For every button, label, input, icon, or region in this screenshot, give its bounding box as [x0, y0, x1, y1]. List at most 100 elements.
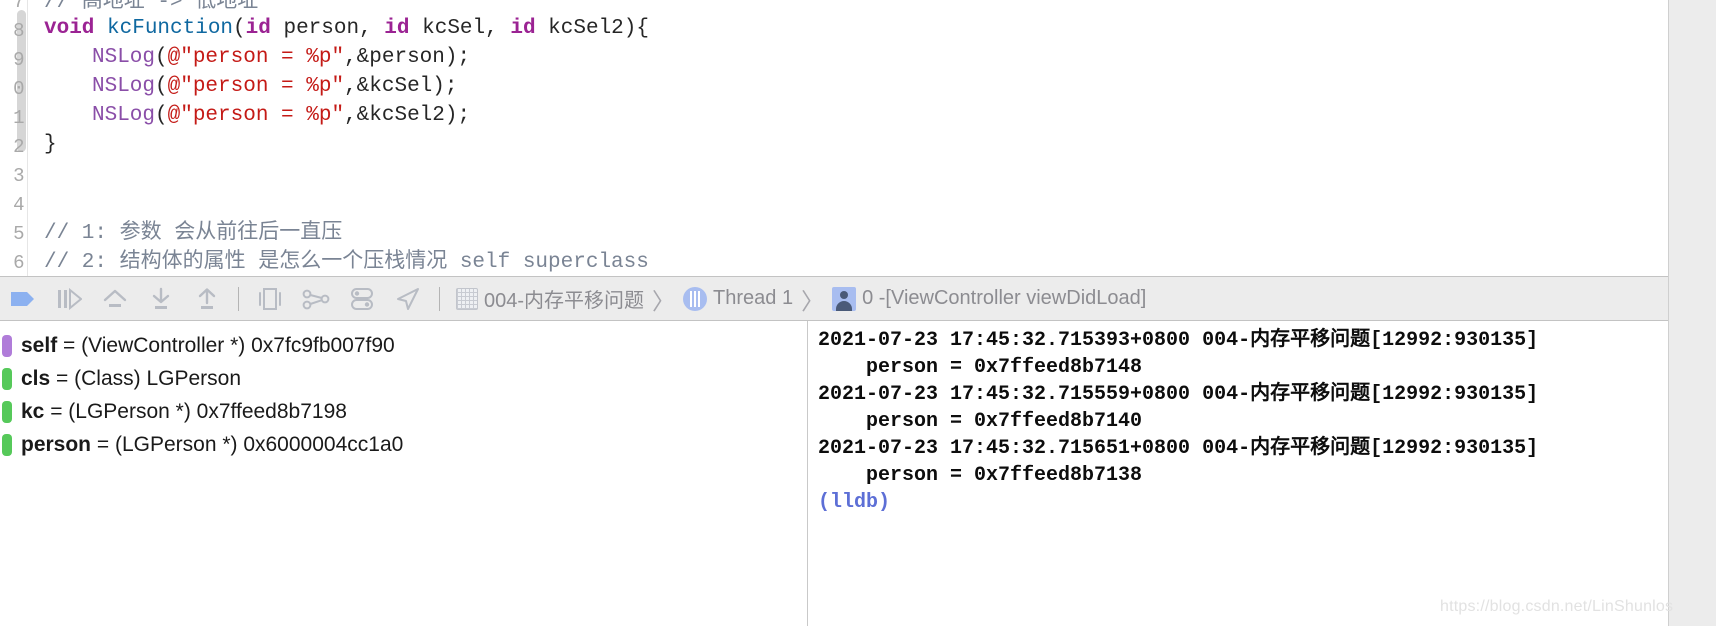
line-number-gutter[interactable]: 7 8 9 0 1 2 3 4 5 6: [0, 0, 27, 276]
line-number: 6: [13, 252, 24, 274]
variable-value: = (LGPerson *) 0x7ffeed8b7198: [44, 399, 347, 423]
code-line[interactable]: void kcFunction(id person, id kcSel, id …: [44, 14, 649, 43]
code-token: NSLog: [92, 46, 156, 69]
console-output[interactable]: 2021-07-23 17:45:32.715393+0800 004-内存平移…: [808, 321, 1668, 626]
code-token: person,: [270, 17, 385, 40]
breadcrumb-separator-1: 〉: [652, 287, 676, 314]
code-token: id: [384, 17, 410, 40]
variable-text: cls = (Class) LGPerson: [21, 367, 241, 391]
view-hierarchy-icon: [259, 287, 281, 310]
step-up-button[interactable]: [184, 277, 230, 320]
code-token: id: [510, 17, 536, 40]
line-number: 7: [13, 0, 24, 13]
code-token: @"person = %p": [167, 75, 345, 98]
debug-memory-graph-button[interactable]: [293, 277, 339, 320]
continue-icon: [11, 291, 34, 306]
project-icon: [456, 287, 478, 310]
line-number: 1: [13, 107, 24, 129]
simulate-location-button[interactable]: [385, 277, 431, 320]
step-into-button[interactable]: [92, 277, 138, 320]
continue-button[interactable]: [0, 277, 46, 320]
line-number: 3: [13, 165, 24, 187]
code-token: (: [155, 104, 168, 127]
code-token: kcSel2){: [535, 17, 649, 40]
code-text-area[interactable]: // 高地址 -> 低地址 void kcFunction(id person, …: [30, 0, 1668, 276]
line-number: 5: [13, 223, 24, 245]
line-number: 4: [13, 194, 24, 216]
variable-row[interactable]: kc = (LGPerson *) 0x7ffeed8b7198: [0, 395, 347, 428]
debug-area-right-margin: [1668, 321, 1716, 626]
code-line[interactable]: NSLog(@"person = %p",&kcSel2);: [92, 101, 470, 130]
view-debug-hierarchy-button[interactable]: [247, 277, 293, 320]
code-token: // 1: 参数 会从前往后一直压: [44, 222, 343, 245]
line-number: 8: [13, 20, 24, 42]
code-editor[interactable]: 7 8 9 0 1 2 3 4 5 6 // 高地址 -> 低地址 void kcFunction(…: [0, 0, 1668, 276]
code-token: kcSel,: [409, 17, 511, 40]
code-line[interactable]: }: [44, 130, 57, 159]
step-over-button[interactable]: [46, 277, 92, 320]
environment-overrides-icon: [351, 287, 373, 310]
thread-icon: [683, 286, 708, 311]
breadcrumb-frame[interactable]: 0 -[ViewController viewDidLoad]: [862, 287, 1146, 310]
line-number: 9: [13, 49, 24, 71]
variable-row[interactable]: self = (ViewController *) 0x7fc9fb007f90: [0, 329, 395, 362]
editor-right-margin: [1668, 0, 1716, 276]
memory-graph-icon: [302, 289, 330, 309]
watermark: https://blog.csdn.net/LinShunlos: [1440, 598, 1674, 615]
debug-area: self = (ViewController *) 0x7fc9fb007f90…: [0, 321, 1668, 626]
debug-toolbar[interactable]: 004-内存平移问题 〉 Thread 1 〉 0 -[ViewControll…: [0, 276, 1668, 321]
code-token: ,&person);: [344, 46, 471, 69]
code-token: id: [245, 17, 271, 40]
breadcrumb-divider: [439, 286, 440, 311]
code-token: void: [44, 17, 108, 40]
code-line[interactable]: NSLog(@"person = %p",&kcSel);: [92, 72, 457, 101]
xcode-debug-window: 7 8 9 0 1 2 3 4 5 6 // 高地址 -> 低地址 void kcFunction(…: [0, 0, 1716, 626]
step-over-icon: [58, 287, 82, 310]
variable-row[interactable]: person = (LGPerson *) 0x6000004cc1a0: [0, 428, 403, 461]
step-into-icon: [103, 289, 127, 307]
variable-value: = (LGPerson *) 0x6000004cc1a0: [91, 432, 404, 456]
code-token: }: [44, 133, 57, 156]
variable-scope-chip: [2, 334, 12, 357]
variable-text: self = (ViewController *) 0x7fc9fb007f90: [21, 334, 395, 358]
variable-value: = (Class) LGPerson: [50, 366, 242, 390]
gutter-divider: [27, 0, 28, 276]
variable-text: kc = (LGPerson *) 0x7ffeed8b7198: [21, 400, 347, 424]
step-out-button[interactable]: [138, 277, 184, 320]
code-line[interactable]: // 1: 参数 会从前往后一直压: [44, 219, 342, 248]
line-number: 0: [13, 78, 24, 100]
variable-name: kc: [21, 399, 45, 423]
code-token: (: [155, 46, 168, 69]
variable-scope-chip: [2, 400, 12, 423]
code-token: (: [155, 75, 168, 98]
toolbar-divider: [238, 286, 239, 311]
code-token: // 高地址 -> 低地址: [44, 0, 259, 14]
console-line: person = 0x7ffeed8b7140: [818, 410, 1143, 433]
breadcrumb-thread[interactable]: Thread 1: [713, 287, 793, 310]
code-token: @"person = %p": [167, 46, 345, 69]
code-token: NSLog: [92, 104, 156, 127]
variable-row[interactable]: cls = (Class) LGPerson: [0, 362, 241, 395]
variables-view[interactable]: self = (ViewController *) 0x7fc9fb007f90…: [0, 321, 807, 626]
line-number: 2: [13, 136, 24, 158]
location-arrow-icon: [397, 287, 419, 310]
variable-scope-chip: [2, 367, 12, 390]
environment-overrides-button[interactable]: [339, 277, 385, 320]
code-line[interactable]: // 2: 结构体的属性 是怎么一个压栈情况 self superclass: [44, 248, 649, 276]
debug-toolbar-right-margin: [1668, 276, 1716, 321]
variable-name: person: [21, 432, 92, 456]
breadcrumb: 004-内存平移问题 〉 Thread 1 〉 0 -[ViewControll…: [456, 282, 1146, 316]
stack-frame-icon: [832, 286, 857, 311]
variable-name: cls: [21, 366, 51, 390]
code-token: @"person = %p": [167, 104, 345, 127]
code-token: ,&kcSel);: [344, 75, 458, 98]
console-line: person = 0x7ffeed8b7148: [818, 356, 1143, 379]
console-line: 2021-07-23 17:45:32.715651+0800 004-内存平移…: [818, 437, 1539, 460]
code-line[interactable]: NSLog(@"person = %p",&person);: [92, 43, 470, 72]
code-token: // 2: 结构体的属性 是怎么一个压栈情况 self superclass: [44, 251, 649, 274]
variable-value: = (ViewController *) 0x7fc9fb007f90: [57, 333, 395, 357]
breadcrumb-separator-2: 〉: [801, 287, 825, 314]
console-prompt: (lldb): [818, 491, 891, 514]
breadcrumb-project[interactable]: 004-内存平移问题: [484, 284, 644, 313]
console-line: 2021-07-23 17:45:32.715559+0800 004-内存平移…: [818, 383, 1539, 406]
